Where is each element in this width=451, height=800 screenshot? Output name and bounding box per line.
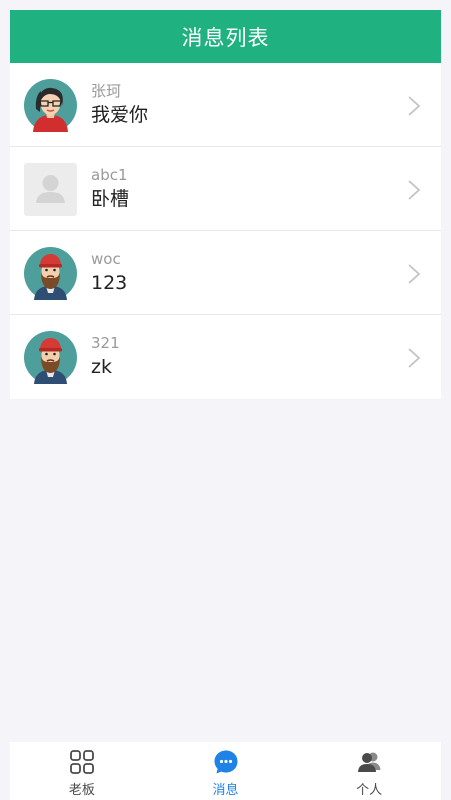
chevron-right-icon xyxy=(407,347,421,369)
bottom-tab-bar: 老板 消息 个人 xyxy=(10,742,441,800)
page-title: 消息列表 xyxy=(181,25,270,50)
message-preview: 我爱你 xyxy=(91,104,149,126)
chat-bubble-icon xyxy=(213,749,239,775)
tab-profile[interactable]: 个人 xyxy=(297,742,441,800)
people-icon xyxy=(356,749,382,775)
message-sender: abc1 xyxy=(91,166,128,184)
grid-icon xyxy=(69,749,95,775)
bearded-man-avatar-icon xyxy=(24,331,77,384)
message-preview: zk xyxy=(91,356,112,378)
message-sender: woc xyxy=(91,250,121,268)
message-sender: 张珂 xyxy=(91,82,122,100)
chevron-right-icon xyxy=(407,263,421,285)
bearded-man-avatar-icon xyxy=(24,247,77,300)
tab-messages[interactable]: 消息 xyxy=(154,742,298,800)
header-bar: 消息列表 xyxy=(10,10,441,63)
message-item[interactable]: woc 123 xyxy=(10,231,441,315)
message-item[interactable]: abc1 卧槽 xyxy=(10,147,441,231)
app-root: 消息列表 张珂 我爱你 abc1 卧槽 woc 123 321 zk 老板 消息… xyxy=(0,0,451,800)
default-avatar-icon xyxy=(24,163,77,216)
message-preview: 卧槽 xyxy=(91,188,130,210)
message-sender: 321 xyxy=(91,334,120,352)
tab-label: 个人 xyxy=(356,783,383,798)
chevron-right-icon xyxy=(407,95,421,117)
message-item[interactable]: 321 zk xyxy=(10,315,441,399)
woman-avatar-icon xyxy=(24,79,77,132)
message-item[interactable]: 张珂 我爱你 xyxy=(10,63,441,147)
message-list: 张珂 我爱你 abc1 卧槽 woc 123 321 zk xyxy=(10,63,441,399)
tab-label: 消息 xyxy=(212,783,239,798)
tab-label: 老板 xyxy=(68,783,95,798)
chevron-right-icon xyxy=(407,179,421,201)
tab-boss[interactable]: 老板 xyxy=(10,742,154,800)
message-preview: 123 xyxy=(91,272,128,294)
